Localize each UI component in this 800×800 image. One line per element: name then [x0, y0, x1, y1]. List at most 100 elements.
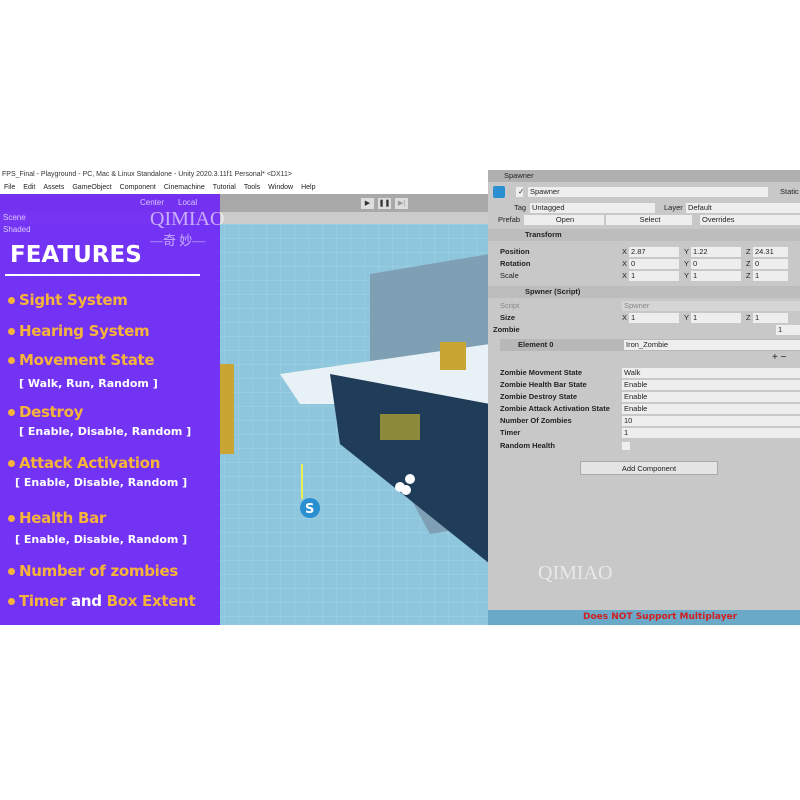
active-checkbox[interactable]: ✓: [516, 187, 524, 197]
divider: [5, 274, 200, 276]
feature-item: Sight System: [8, 291, 128, 309]
rotation-x-field[interactable]: 0: [629, 259, 679, 269]
axis-label: X: [622, 313, 628, 322]
rotation-z-field[interactable]: 0: [753, 259, 788, 269]
feature-item: Attack Activation: [8, 454, 160, 472]
script-field: Spwner: [622, 301, 800, 311]
axis-label: Z: [746, 247, 751, 256]
space-toggle[interactable]: Local: [178, 198, 197, 207]
menu-file[interactable]: File: [4, 182, 15, 194]
field-value[interactable]: Walk: [622, 368, 800, 378]
watermark-logo: QIMIAO: [150, 208, 225, 230]
watermark-chinese: —奇 妙—: [150, 233, 206, 248]
inspector-panel: Spawner ✓ Spawner Static Tag Untagged La…: [488, 170, 800, 610]
scale-y-field[interactable]: 1: [691, 271, 741, 281]
random-health-label: Random Health: [500, 441, 556, 450]
field-value[interactable]: Enable: [622, 392, 800, 402]
prefab-overrides-dropdown[interactable]: Overrides: [700, 215, 800, 225]
position-label: Position: [500, 247, 530, 256]
field-label: Number Of Zombies: [500, 416, 572, 425]
axis-label: Y: [684, 313, 690, 322]
field-label: Zombie Movment State: [500, 368, 583, 377]
field-value[interactable]: 1: [622, 428, 800, 438]
menu-bar: File Edit Assets GameObject Component Ci…: [0, 182, 490, 194]
window-title: FPS_Final - Playground - PC, Mac & Linux…: [0, 168, 490, 182]
field-value[interactable]: Enable: [622, 380, 800, 390]
feature-sub: [ Enable, Disable, Random ]: [15, 533, 188, 546]
prefab-open-button[interactable]: Open: [524, 215, 604, 225]
position-z-field[interactable]: 24.31: [753, 247, 788, 257]
menu-tutorial[interactable]: Tutorial: [213, 182, 236, 194]
axis-label: Z: [746, 259, 751, 268]
field-label: Zombie Health Bar State: [500, 380, 587, 389]
crate: [440, 342, 466, 370]
size-y-field[interactable]: 1: [691, 313, 741, 323]
menu-help[interactable]: Help: [301, 182, 315, 194]
size-label: Size: [500, 313, 516, 322]
size-x-field[interactable]: 1: [629, 313, 679, 323]
rotation-y-field[interactable]: 0: [691, 259, 741, 269]
menu-assets[interactable]: Assets: [43, 182, 64, 194]
feature-sub: [ Enable, Disable, Random ]: [15, 476, 188, 489]
scale-label: Scale: [500, 271, 519, 280]
feature-item: Movement State: [8, 351, 155, 369]
menu-gameobject[interactable]: GameObject: [72, 182, 111, 194]
step-icon[interactable]: ▶|: [395, 198, 408, 209]
transform-header[interactable]: Transform: [525, 229, 562, 241]
axis-label: X: [622, 259, 628, 268]
zombie-count[interactable]: 1: [776, 325, 800, 335]
menu-window[interactable]: Window: [268, 182, 293, 194]
script-label: Script: [500, 301, 520, 310]
element-field[interactable]: Iron_Zombie: [624, 340, 800, 350]
add-remove-buttons[interactable]: + −: [772, 352, 786, 363]
menu-tools[interactable]: Tools: [244, 182, 260, 194]
warning-text: Does NOT Support Multiplayer: [583, 612, 738, 622]
prefab-label: Prefab: [498, 215, 521, 224]
axis-label: Y: [684, 271, 690, 280]
pivot-toggle[interactable]: Center: [140, 198, 164, 207]
pause-icon[interactable]: ❚❚: [378, 198, 391, 209]
zombie-foldout[interactable]: Zombie: [493, 324, 520, 336]
object-name-field[interactable]: Spawner: [528, 187, 768, 197]
play-icon[interactable]: ▶: [361, 198, 374, 209]
field-value[interactable]: Enable: [622, 404, 800, 414]
feature-item: Timer and Box Extent: [8, 592, 196, 610]
axis-label: Y: [684, 247, 690, 256]
rotation-label: Rotation: [500, 259, 531, 268]
prefab-select-button[interactable]: Select: [606, 215, 692, 225]
static-toggle[interactable]: Static: [780, 186, 799, 198]
menu-edit[interactable]: Edit: [23, 182, 35, 194]
axis-label: Y: [684, 259, 690, 268]
axis-label: Z: [746, 271, 751, 280]
add-component-button[interactable]: Add Component: [580, 461, 718, 475]
feature-item: Number of zombies: [8, 562, 178, 580]
feature-sub: [ Walk, Run, Random ]: [19, 377, 158, 390]
field-label: Timer: [500, 428, 521, 437]
field-value[interactable]: 10: [622, 416, 800, 426]
inspector-tab[interactable]: Spawner: [504, 170, 534, 182]
axis-label: Z: [746, 313, 751, 322]
gizmo-label: S: [305, 502, 314, 517]
watermark-logo: QIMIAO: [538, 562, 613, 584]
tag-label: Tag: [514, 203, 527, 212]
tag-dropdown[interactable]: Untagged: [530, 203, 655, 213]
position-x-field[interactable]: 2.87: [629, 247, 679, 257]
scale-x-field[interactable]: 1: [629, 271, 679, 281]
scene-tab[interactable]: Scene: [3, 213, 26, 222]
feature-item: Hearing System: [8, 322, 150, 340]
layer-dropdown[interactable]: Default: [686, 203, 800, 213]
features-panel: FEATURES Sight System Hearing System Mov…: [0, 194, 220, 625]
size-z-field[interactable]: 1: [753, 313, 788, 323]
scale-z-field[interactable]: 1: [753, 271, 788, 281]
menu-cinemachine[interactable]: Cinemachine: [164, 182, 205, 194]
shading-dropdown[interactable]: Shaded: [3, 225, 31, 234]
field-label: Zombie Destroy State: [500, 392, 578, 401]
crate: [220, 364, 234, 454]
menu-component[interactable]: Component: [120, 182, 156, 194]
field-label: Zombie Attack Activation State: [500, 404, 610, 413]
element-label: Element 0: [518, 340, 554, 349]
position-y-field[interactable]: 1.22: [691, 247, 741, 257]
script-header[interactable]: Spwner (Script): [525, 286, 580, 298]
feature-item: Destroy: [8, 403, 83, 421]
random-health-checkbox[interactable]: [622, 442, 630, 450]
